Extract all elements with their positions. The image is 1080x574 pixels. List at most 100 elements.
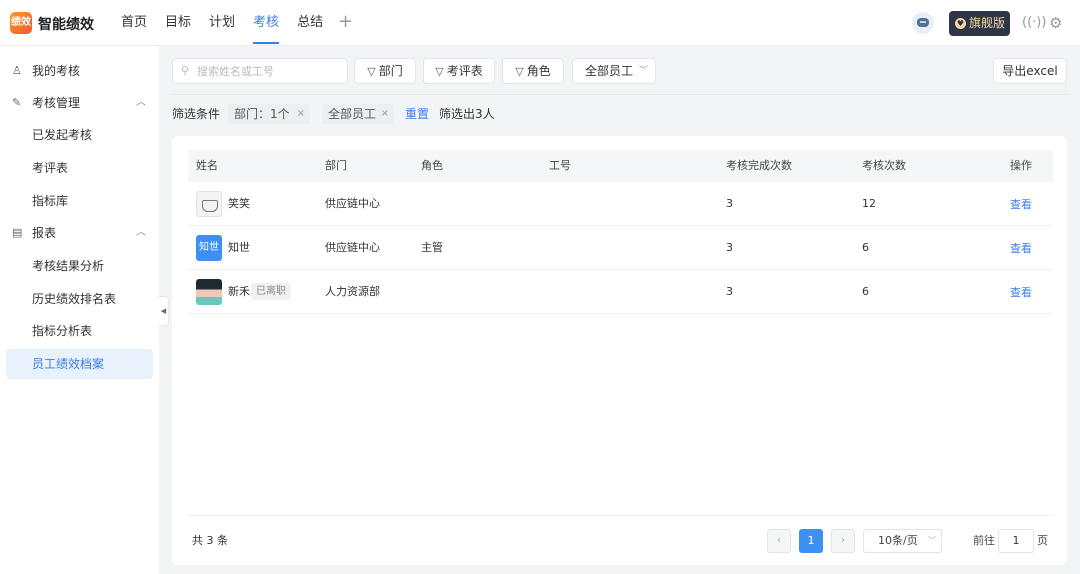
nav-goals[interactable]: 目标 <box>165 0 191 46</box>
table-header: 姓名 部门 角色 工号 考核完成次数 考核次数 操作 <box>188 150 1053 182</box>
column-header-dept: 部门 <box>325 159 347 172</box>
sidebar-item-employee-archive[interactable]: 员工绩效档案 <box>6 349 153 379</box>
robot-icon[interactable] <box>912 12 934 34</box>
user-icon: ♙ <box>12 64 22 77</box>
view-link[interactable]: 查看 <box>1010 270 1032 316</box>
close-icon[interactable]: × <box>381 104 389 124</box>
chevron-down-icon: ﹀ <box>928 536 936 545</box>
sidebar-item-my-review[interactable]: ♙ 我的考核 <box>0 56 159 86</box>
employee-name: 知世 <box>228 241 250 254</box>
sidebar-group-review-manage[interactable]: ✎ 考核管理 ︿ <box>0 88 159 118</box>
top-bar: 绩效 智能绩效 首页 目标 计划 考核 总结 + ♥ 旗舰版 ((·)) ⚙ <box>0 0 1080 46</box>
sidebar: ♙ 我的考核 ✎ 考核管理 ︿ 已发起考核 考评表 指标库 ▤ 报表 ︿ 考核结… <box>0 46 159 574</box>
goto-page-input[interactable]: 1 <box>998 529 1034 553</box>
completed-count: 3 <box>726 197 733 210</box>
signal-icon[interactable]: ((·)) <box>1022 15 1046 30</box>
prev-page-button[interactable]: ‹ <box>767 529 791 553</box>
next-page-button[interactable]: › <box>831 529 855 553</box>
search-input[interactable] <box>197 63 342 79</box>
sidebar-item-result-analysis[interactable]: 考核结果分析 <box>6 251 153 281</box>
filter-result-count: 筛选出3人 <box>439 107 495 121</box>
sidebar-item-history-ranking[interactable]: 历史绩效排名表 <box>6 284 153 314</box>
review-count: 6 <box>862 241 869 254</box>
flagship-button[interactable]: ♥ 旗舰版 <box>949 11 1010 36</box>
employee-select-value: 全部员工 <box>585 64 634 78</box>
sidebar-item-label: 报表 <box>32 226 57 240</box>
sidebar-item-label: 考核管理 <box>32 96 81 110</box>
sidebar-item-indicator-analysis[interactable]: 指标分析表 <box>6 316 153 346</box>
view-link[interactable]: 查看 <box>1010 226 1032 272</box>
form-filter-button[interactable]: ▽ 考评表 <box>423 58 495 84</box>
sidebar-item-review-forms[interactable]: 考评表 <box>6 153 153 183</box>
page-unit-label: 页 <box>1037 534 1048 547</box>
completed-count: 3 <box>726 285 733 298</box>
employee-dept: 人力资源部 <box>325 285 380 298</box>
sidebar-item-initiated-reviews[interactable]: 已发起考核 <box>6 120 153 150</box>
completed-count: 3 <box>726 241 733 254</box>
nav-summary[interactable]: 总结 <box>297 0 323 46</box>
filter-conditions-label: 筛选条件 <box>172 107 221 121</box>
filter-icon: ▽ <box>515 65 524 78</box>
nav-reviews[interactable]: 考核 <box>253 0 280 46</box>
sidebar-item-label: 我的考核 <box>32 64 81 78</box>
app-title[interactable]: 智能绩效 <box>38 14 94 34</box>
review-count: 12 <box>862 197 876 210</box>
avatar <box>196 279 222 305</box>
filter-tag-dept: 部门：1个 × <box>228 104 310 124</box>
role-filter-button[interactable]: ▽ 角色 <box>502 58 564 84</box>
view-link[interactable]: 查看 <box>1010 182 1032 228</box>
employee-dept: 供应链中心 <box>325 197 380 210</box>
page-size-value: 10条/页 <box>878 534 918 547</box>
filter-tag-label: 全部员工 <box>328 107 377 121</box>
add-nav-icon[interactable]: + <box>338 12 353 32</box>
divider <box>172 94 1067 95</box>
dept-filter-button[interactable]: ▽ 部门 <box>354 58 416 84</box>
page-number-current[interactable]: 1 <box>799 529 823 553</box>
resigned-badge: 已离职 <box>251 283 291 300</box>
employee-table-card: 姓名 部门 角色 工号 考核完成次数 考核次数 操作 笑笑 供应链中心 3 12… <box>172 136 1067 565</box>
column-header-role: 角色 <box>421 159 443 172</box>
role-filter-label: 角色 <box>526 64 551 78</box>
avatar <box>196 191 222 217</box>
table-row: 知世 知世 供应链中心 主管 3 6 查看 <box>188 226 1053 270</box>
filter-icon: ▽ <box>367 65 376 78</box>
main-nav: 首页 目标 计划 考核 总结 <box>121 0 341 46</box>
total-count: 共 3 条 <box>192 534 228 547</box>
employee-role: 主管 <box>421 241 443 254</box>
filter-tag-employees: 全部员工 × <box>322 104 394 124</box>
reset-filters-link[interactable]: 重置 <box>405 106 429 122</box>
column-header-action: 操作 <box>1010 159 1032 172</box>
column-header-name: 姓名 <box>196 159 218 172</box>
nav-plans[interactable]: 计划 <box>209 0 235 46</box>
employee-dept: 供应链中心 <box>325 241 380 254</box>
table-row: 笑笑 供应链中心 3 12 查看 <box>188 182 1053 226</box>
column-header-completed: 考核完成次数 <box>726 159 792 172</box>
employee-select[interactable]: 全部员工 ﹀ <box>572 58 656 84</box>
filter-tag-label: 部门：1个 <box>234 107 290 121</box>
sidebar-group-reports[interactable]: ▤ 报表 ︿ <box>0 218 159 248</box>
employee-name: 笑笑 <box>228 197 250 210</box>
goto-label: 前往 <box>973 534 995 547</box>
gear-icon[interactable]: ⚙ <box>1049 14 1062 32</box>
review-count: 6 <box>862 285 869 298</box>
nav-home[interactable]: 首页 <box>121 0 147 46</box>
column-header-emp-no: 工号 <box>549 159 571 172</box>
sidebar-item-indicator-library[interactable]: 指标库 <box>6 186 153 216</box>
flagship-label: 旗舰版 <box>969 16 1006 30</box>
export-excel-button[interactable]: 导出excel <box>993 58 1067 84</box>
column-header-total: 考核次数 <box>862 159 906 172</box>
search-box: ⚲ <box>172 58 348 84</box>
edit-doc-icon: ✎ <box>12 96 22 109</box>
divider <box>188 515 1053 516</box>
report-icon: ▤ <box>12 226 23 239</box>
page-size-select[interactable]: 10条/页 ﹀ <box>863 529 942 553</box>
avatar: 知世 <box>196 235 222 261</box>
sidebar-collapse-handle[interactable]: ◀ <box>159 296 169 326</box>
employee-name: 新禾 <box>228 285 250 298</box>
dept-filter-label: 部门 <box>378 64 403 78</box>
close-icon[interactable]: × <box>297 104 305 124</box>
chevron-up-icon: ︿ <box>136 97 146 108</box>
app-logo[interactable]: 绩效 <box>10 12 32 34</box>
chevron-up-icon: ︿ <box>136 227 146 238</box>
heart-badge-icon: ♥ <box>955 18 966 29</box>
